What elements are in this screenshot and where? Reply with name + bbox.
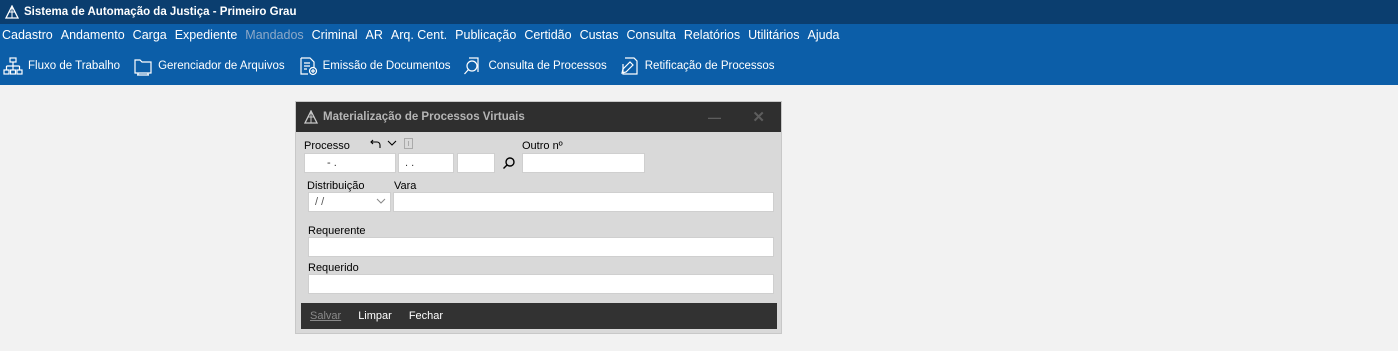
undo-icon[interactable] <box>370 138 382 149</box>
menu-utilitarios[interactable]: Utilitários <box>744 28 803 42</box>
distribuicao-value: / / <box>315 196 325 208</box>
distribuicao-date-picker[interactable]: / / <box>308 192 391 212</box>
menu-arq-cent[interactable]: Arq. Cent. <box>387 28 451 42</box>
menu-carga[interactable]: Carga <box>129 28 171 42</box>
limpar-button[interactable]: Limpar <box>358 310 392 322</box>
dialog-footer: Salvar Limpar Fechar <box>301 303 777 329</box>
processo-ano-field[interactable]: . . <box>398 153 454 173</box>
dialog-titlebar: Materialização de Processos Virtuais — ✕ <box>296 102 781 132</box>
requerido-label: Requerido <box>308 262 359 274</box>
outro-numero-label: Outro nº <box>522 140 563 152</box>
vara-label: Vara <box>394 180 417 192</box>
toolbar-fluxo-trabalho-button[interactable]: Fluxo de Trabalho <box>0 51 126 81</box>
info-icon <box>404 138 413 149</box>
menu-andamento[interactable]: Andamento <box>57 28 129 42</box>
toolbar-label: Consulta de Processos <box>488 59 607 72</box>
processo-origem-field[interactable] <box>457 153 495 173</box>
menu-consulta[interactable]: Consulta <box>622 28 679 42</box>
menu-bar: Cadastro Andamento Carga Expediente Mand… <box>0 24 1398 46</box>
toolbar: Fluxo de Trabalho Gerenciador de Arquivo… <box>0 46 1398 85</box>
tjs-logo-icon <box>5 5 19 19</box>
menu-custas[interactable]: Custas <box>576 28 623 42</box>
toolbar-label: Retificação de Processos <box>644 59 775 72</box>
toolbar-emissao-documentos-button[interactable]: Emissão de Documentos <box>295 51 457 81</box>
app-title: Sistema de Automação da Justiça - Primei… <box>24 6 297 18</box>
menu-relatorios[interactable]: Relatórios <box>680 28 744 42</box>
toolbar-label: Emissão de Documentos <box>322 59 451 72</box>
distribuicao-label: Distribuição <box>307 180 365 192</box>
menu-mandados: Mandados <box>245 28 304 42</box>
tjs-logo-icon <box>304 110 318 124</box>
app-titlebar: Sistema de Automação da Justiça - Primei… <box>0 0 1398 24</box>
processo-label: Processo <box>304 140 350 152</box>
chevron-down-icon[interactable] <box>387 139 397 147</box>
toolbar-label: Gerenciador de Arquivos <box>158 59 285 72</box>
menu-cadastro[interactable]: Cadastro <box>0 28 57 42</box>
processo-numero-field[interactable]: - . <box>304 153 396 173</box>
toolbar-gerenciador-arquivos-button[interactable]: Gerenciador de Arquivos <box>130 51 291 81</box>
salvar-button: Salvar <box>310 310 342 322</box>
workflow-icon <box>3 56 23 75</box>
file-manager-icon <box>134 58 152 76</box>
process-search-icon <box>464 56 480 74</box>
requerente-field[interactable] <box>308 237 774 257</box>
menu-expediente[interactable]: Expediente <box>171 28 242 42</box>
fechar-button[interactable]: Fechar <box>409 310 443 322</box>
document-emission-icon <box>300 56 317 75</box>
materializacao-dialog: Materialização de Processos Virtuais — ✕… <box>295 101 782 334</box>
menu-publicacao[interactable]: Publicação <box>451 28 520 42</box>
outro-numero-field[interactable] <box>522 153 645 173</box>
menu-ar[interactable]: AR <box>362 28 387 42</box>
vara-field[interactable] <box>393 192 774 212</box>
menu-ajuda[interactable]: Ajuda <box>804 28 844 42</box>
search-icon[interactable] <box>502 156 516 170</box>
requerido-field[interactable] <box>308 274 774 294</box>
toolbar-retificacao-processos-button[interactable]: Retificação de Processos <box>617 51 781 81</box>
requerente-label: Requerente <box>308 225 366 237</box>
minimize-button[interactable]: — <box>708 110 721 125</box>
toolbar-consulta-processos-button[interactable]: Consulta de Processos <box>460 51 612 81</box>
chevron-down-icon[interactable] <box>376 196 386 206</box>
menu-certidao[interactable]: Certidão <box>520 28 575 42</box>
dialog-title: Materialização de Processos Virtuais <box>323 111 525 123</box>
toolbar-label: Fluxo de Trabalho <box>28 59 121 72</box>
process-edit-icon <box>620 56 638 75</box>
close-button[interactable]: ✕ <box>752 108 765 126</box>
menu-criminal[interactable]: Criminal <box>308 28 362 42</box>
